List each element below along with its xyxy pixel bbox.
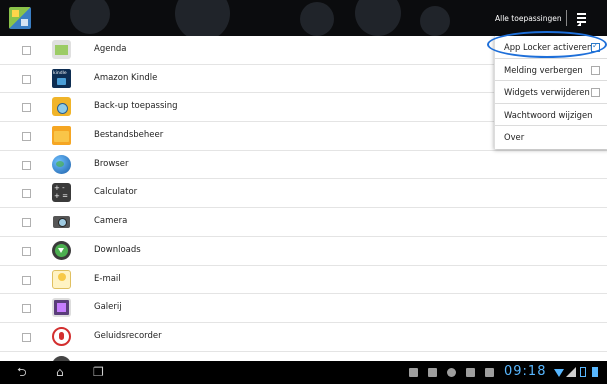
app-checkbox[interactable] (22, 218, 31, 228)
list-item[interactable]: Browser (0, 151, 607, 180)
list-item[interactable]: Geluidsrecorder (0, 323, 607, 352)
wifi-icon[interactable] (554, 369, 564, 377)
app-name: Galerij (94, 302, 122, 313)
app-name: Back-up toepassing (94, 101, 178, 112)
clock[interactable]: 09:18 (504, 364, 546, 379)
app-name: Browser (94, 158, 129, 169)
menu-item-melding-verbergen[interactable]: Melding verbergen (495, 59, 607, 81)
background-decoration (175, 0, 230, 36)
menu-item-over[interactable]: Over (495, 126, 607, 149)
background-decoration (420, 6, 450, 36)
app-checkbox[interactable] (22, 46, 31, 55)
menu-item-checkbox[interactable] (591, 41, 600, 52)
list-item[interactable] (0, 352, 607, 361)
backup-icon (52, 97, 71, 117)
globe-icon (52, 154, 71, 174)
menu-item-wachtwoord-wijzigen[interactable]: Wachtwoord wijzigen (495, 104, 607, 126)
menu-item-checkbox[interactable] (591, 88, 600, 97)
app-locker-tray-icon[interactable] (485, 368, 494, 377)
folder-icon (52, 126, 71, 146)
app-checkbox[interactable] (22, 189, 31, 199)
app-name: Amazon Kindle (94, 72, 158, 83)
list-item[interactable]: Downloads (0, 237, 607, 266)
calendar-icon (52, 40, 71, 59)
menu-item-widgets-verwijderen[interactable]: Widgets verwijderen (495, 81, 607, 104)
app-locker-icon (9, 7, 31, 29)
overflow-menu: App Locker activeren Melding verbergen Wid… (494, 36, 607, 149)
action-bar: Alle toepassingen (0, 0, 607, 36)
email-icon (52, 269, 71, 289)
kindle-icon (52, 68, 71, 88)
app-name: Agenda (94, 44, 127, 54)
battery-icon[interactable] (580, 367, 586, 377)
home-icon[interactable]: ⌂ (56, 365, 64, 379)
back-icon[interactable]: ⮌ (17, 365, 27, 379)
app-checkbox[interactable] (22, 304, 31, 314)
app-name: Bestandsbeheer (94, 130, 164, 141)
app-name: Geluidsrecorder (94, 330, 162, 341)
menu-item-label: App Locker activeren (504, 42, 593, 52)
gallery-icon (52, 298, 71, 318)
overflow-menu-icon[interactable] (572, 10, 594, 26)
menu-item-label: Over (504, 132, 525, 142)
app-name: Camera (94, 216, 128, 227)
download-icon (52, 240, 71, 260)
expand-icon[interactable] (592, 367, 598, 377)
menu-item-label: Wachtwoord wijzigen (504, 109, 593, 120)
background-decoration (70, 0, 110, 34)
screenshot-icon[interactable] (466, 368, 475, 377)
app-name: Downloads (94, 244, 141, 255)
list-item[interactable]: Galerij (0, 294, 607, 323)
calculator-icon (52, 183, 71, 203)
recent-apps-icon[interactable]: ❐ (93, 365, 104, 379)
system-bar: ⮌ ⌂ ❐ 09:18 (0, 361, 607, 384)
lock-icon[interactable] (428, 368, 437, 377)
app-name: E-mail (94, 273, 121, 284)
list-item[interactable]: Calculator (0, 179, 607, 209)
menu-item-checkbox[interactable] (591, 65, 600, 75)
menu-item-app-locker-activeren[interactable]: App Locker activeren (495, 36, 607, 59)
headset-icon[interactable] (447, 368, 456, 377)
app-name: Calculator (94, 187, 138, 198)
signal-icon[interactable] (566, 367, 576, 377)
divider (566, 10, 567, 26)
section-title: Alle toepassingen (495, 14, 562, 23)
microphone-icon (52, 326, 71, 346)
usb-icon[interactable] (409, 368, 418, 377)
menu-item-label: Melding verbergen (504, 64, 583, 75)
app-checkbox[interactable] (22, 246, 31, 256)
camera-icon (52, 212, 71, 231)
app-checkbox[interactable] (22, 132, 31, 142)
app-checkbox[interactable] (22, 103, 31, 113)
list-item[interactable]: E-mail (0, 266, 607, 295)
app-checkbox[interactable] (22, 74, 31, 84)
app-checkbox[interactable] (22, 332, 31, 342)
background-decoration (355, 0, 401, 36)
menu-item-label: Widgets verwijderen (504, 87, 590, 97)
background-decoration (300, 2, 334, 36)
app-checkbox[interactable] (22, 160, 31, 170)
app-checkbox[interactable] (22, 275, 31, 285)
list-item[interactable]: Camera (0, 208, 607, 237)
